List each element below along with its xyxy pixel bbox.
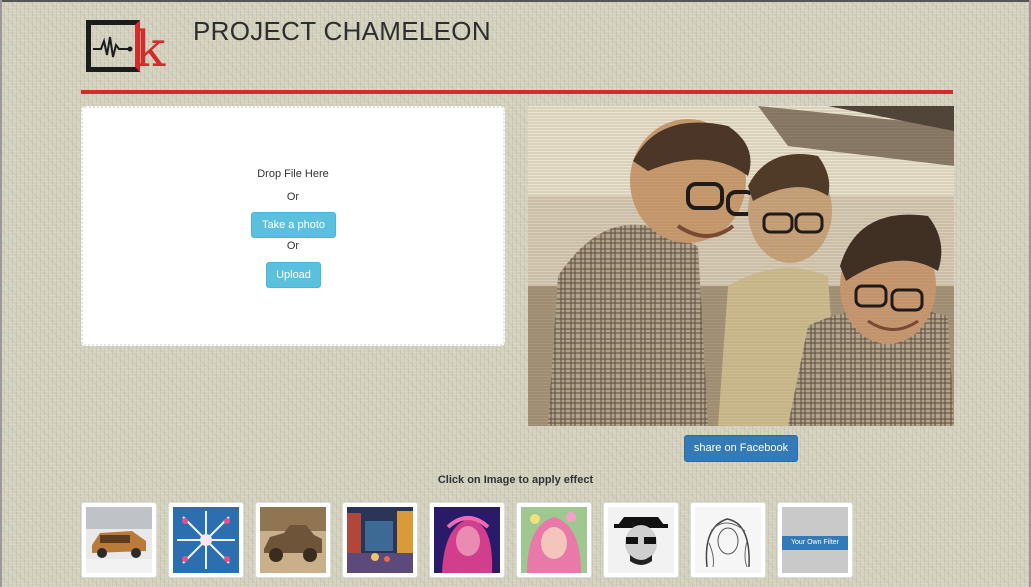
filter-thumb-sketch[interactable]: [690, 502, 766, 578]
own-filter-label: Your Own Filter: [782, 536, 848, 550]
page-title: PROJECT CHAMELEON: [193, 16, 491, 46]
or-text: Or: [286, 191, 300, 203]
logo-letter: k: [135, 20, 166, 78]
heartbeat-icon: [93, 36, 133, 58]
or-text: Or: [286, 240, 300, 252]
stylized-photo: [528, 106, 954, 426]
site-logo[interactable]: k: [86, 18, 172, 76]
filter-instruction: Click on Image to apply effect: [437, 474, 594, 486]
logo-box: [86, 20, 140, 72]
file-dropzone[interactable]: Drop File Here Or Take a photo Or Upload: [81, 106, 505, 346]
window-frame-top: [0, 0, 1031, 2]
filter-thumb-city-street[interactable]: [342, 502, 418, 578]
title-divider: [81, 90, 953, 94]
filter-thumb-purple-portrait[interactable]: [429, 502, 505, 578]
take-photo-button[interactable]: Take a photo: [251, 212, 336, 238]
preview-image: [528, 106, 954, 426]
filter-thumb-vintage-car[interactable]: [255, 502, 331, 578]
filter-thumb-heisenberg[interactable]: [603, 502, 679, 578]
upload-button[interactable]: Upload: [266, 262, 321, 288]
share-facebook-button[interactable]: share on Facebook: [684, 435, 798, 462]
window-frame-left: [0, 0, 2, 587]
drop-file-text: Drop File Here: [257, 168, 329, 180]
filter-thumb-kaleidoscope[interactable]: [168, 502, 244, 578]
filter-thumb-own-filter[interactable]: Your Own Filter: [777, 502, 853, 578]
filter-thumb-car[interactable]: [81, 502, 157, 578]
filter-thumb-pink-portrait[interactable]: [516, 502, 592, 578]
